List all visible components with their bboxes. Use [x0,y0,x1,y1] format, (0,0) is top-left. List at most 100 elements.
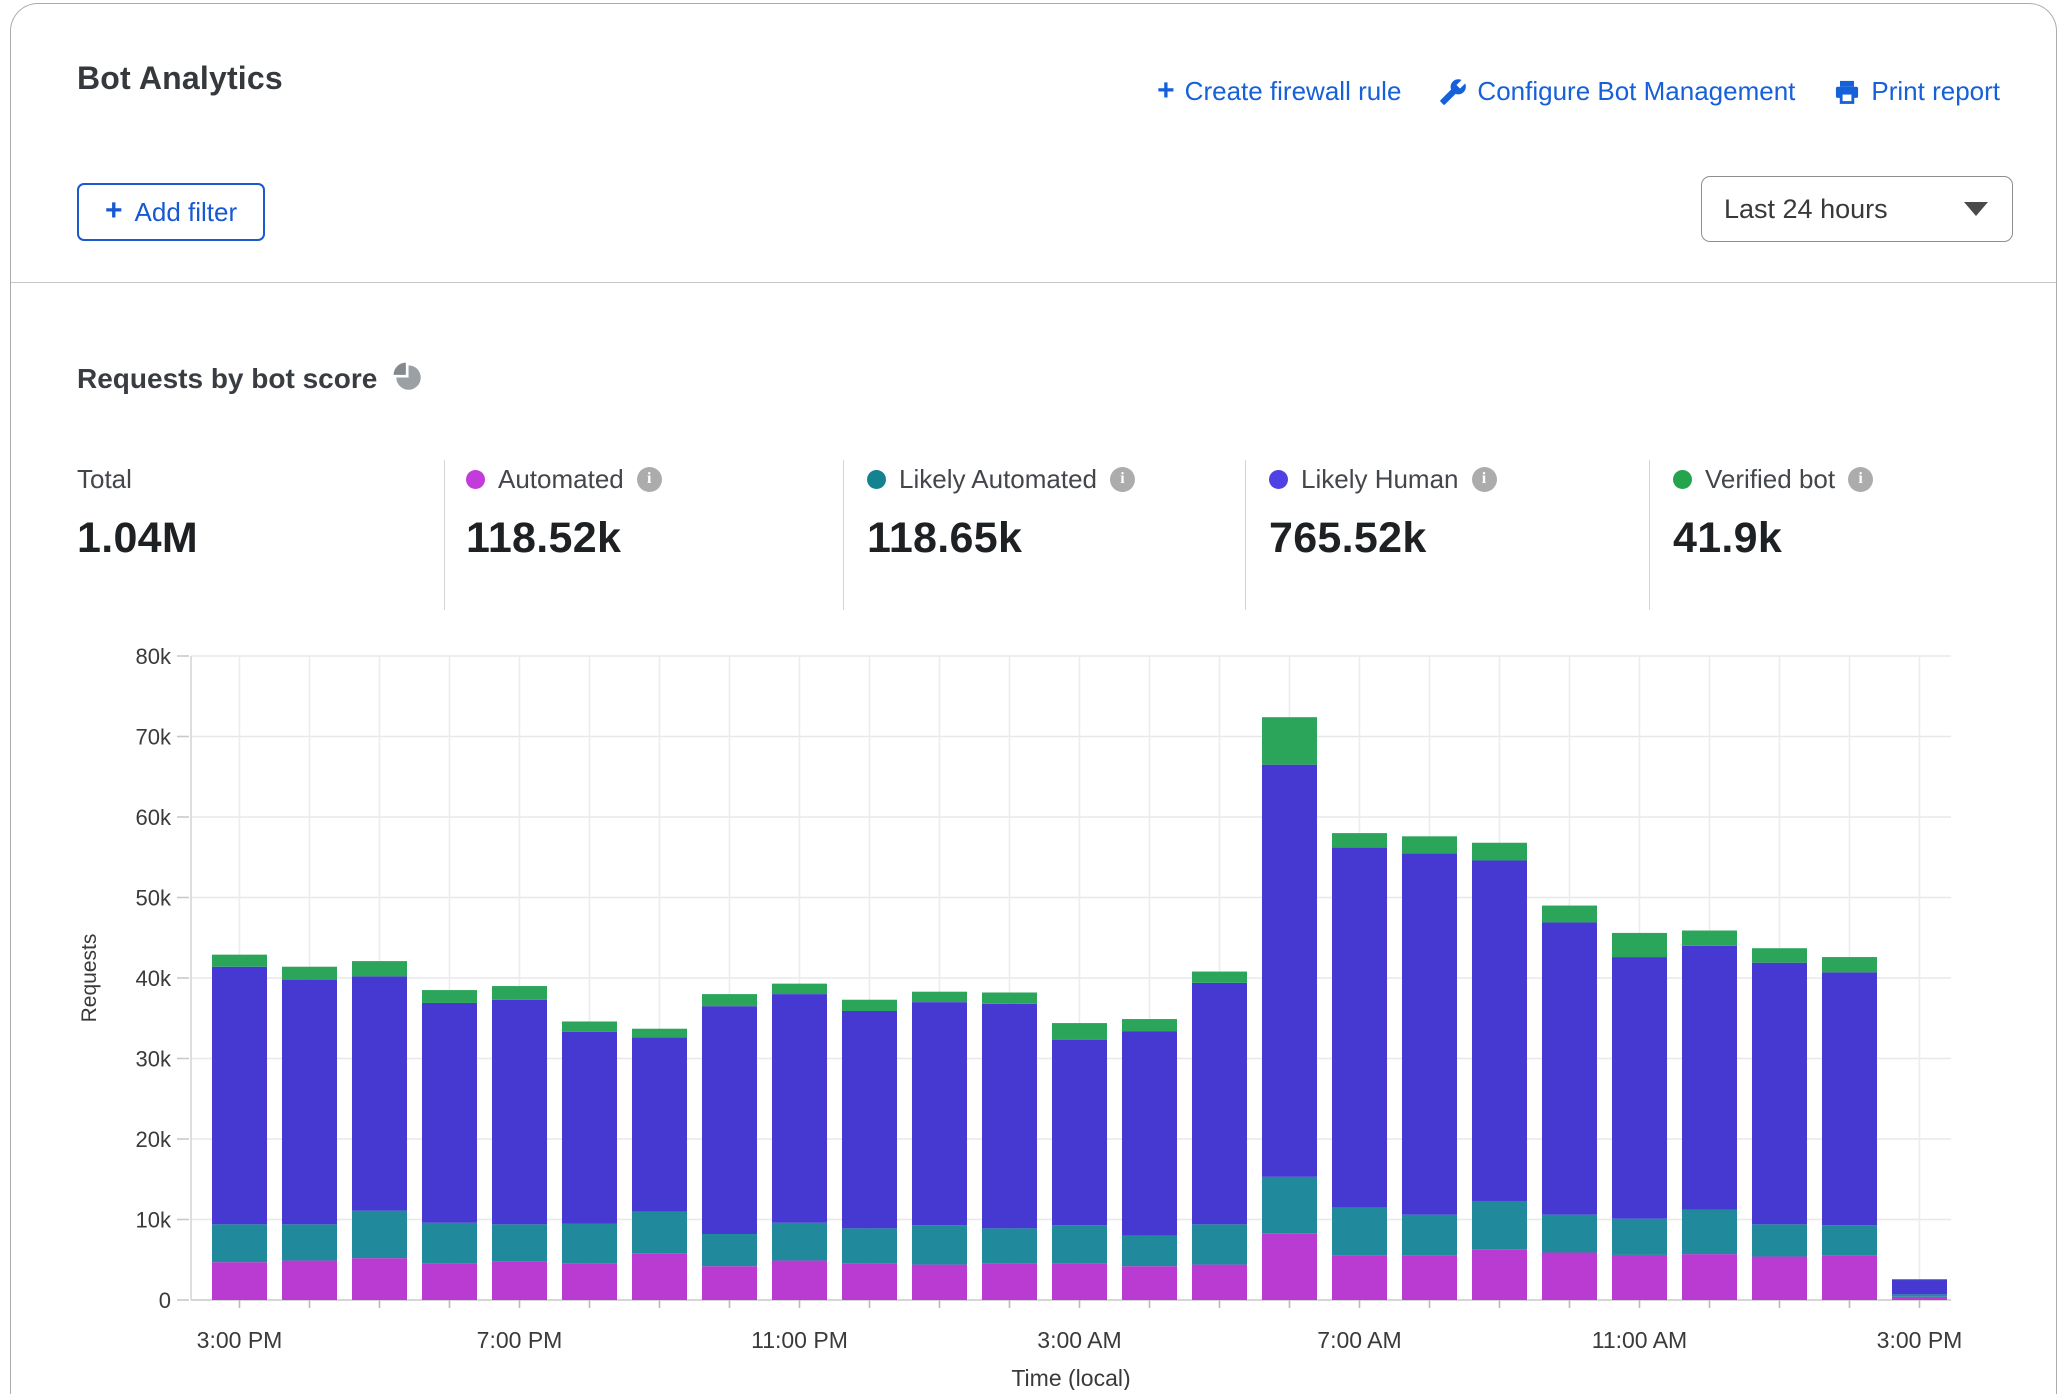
bar-segment[interactable] [982,1228,1037,1263]
bar-segment[interactable] [1122,1019,1177,1031]
bar-segment[interactable] [1332,1256,1387,1300]
bar-segment[interactable] [1052,1225,1107,1264]
bar-segment[interactable] [1682,931,1737,946]
bar-segment[interactable] [562,1032,617,1224]
bar-segment[interactable] [212,967,267,1225]
configure-bot-management-link[interactable]: Configure Bot Management [1439,76,1795,107]
bar-segment[interactable] [1122,1236,1177,1267]
bar-segment[interactable] [1752,1257,1807,1300]
bar-segment[interactable] [1472,860,1527,1201]
bar-segment[interactable] [1752,1224,1807,1256]
bar-segment[interactable] [282,1261,337,1300]
bar-segment[interactable] [212,955,267,967]
bar-segment[interactable] [982,1264,1037,1300]
bar-segment[interactable] [772,994,827,1223]
bar-segment[interactable] [1262,1233,1317,1300]
bar-segment[interactable] [282,980,337,1225]
bar-segment[interactable] [1332,848,1387,1208]
bar-segment[interactable] [982,1004,1037,1229]
info-icon[interactable]: i [637,467,662,492]
bar-segment[interactable] [562,1224,617,1264]
bar-segment[interactable] [562,1021,617,1031]
bar-segment[interactable] [1612,1219,1667,1255]
bar-segment[interactable] [632,1038,687,1212]
bar-segment[interactable] [1822,1225,1877,1256]
bar-segment[interactable] [1682,1254,1737,1300]
bar-segment[interactable] [492,986,547,1000]
bar-segment[interactable] [1402,1215,1457,1256]
print-report-link[interactable]: Print report [1833,76,2000,107]
bar-segment[interactable] [772,984,827,994]
bar-segment[interactable] [842,1264,897,1300]
bar-segment[interactable] [632,1029,687,1038]
bar-segment[interactable] [912,1265,967,1300]
bar-segment[interactable] [1892,1297,1947,1300]
bar-segment[interactable] [1192,983,1247,1225]
bar-segment[interactable] [772,1223,827,1261]
bar-segment[interactable] [352,1258,407,1300]
bar-segment[interactable] [912,1002,967,1225]
bar-segment[interactable] [1262,765,1317,1177]
info-icon[interactable]: i [1472,467,1497,492]
bar-segment[interactable] [842,1011,897,1228]
bar-segment[interactable] [1892,1294,1947,1296]
bar-segment[interactable] [1262,1177,1317,1233]
bar-segment[interactable] [702,1006,757,1234]
bar-segment[interactable] [1332,1207,1387,1255]
bar-segment[interactable] [1192,1224,1247,1264]
bar-segment[interactable] [492,1261,547,1300]
bar-segment[interactable] [1122,1266,1177,1300]
bar-segment[interactable] [702,994,757,1006]
bar-segment[interactable] [1052,1040,1107,1225]
bar-segment[interactable] [1542,1215,1597,1253]
bar-segment[interactable] [1402,836,1457,853]
bar-segment[interactable] [1822,957,1877,972]
bar-segment[interactable] [1542,922,1597,1214]
bar-segment[interactable] [632,1211,687,1253]
add-filter-button[interactable]: + Add filter [77,183,265,241]
bar-segment[interactable] [1752,963,1807,1225]
bar-segment[interactable] [1542,1253,1597,1300]
bar-segment[interactable] [1822,1256,1877,1300]
bar-segment[interactable] [702,1266,757,1300]
bar-segment[interactable] [492,1000,547,1225]
bar-segment[interactable] [1892,1280,1947,1294]
bar-segment[interactable] [1612,957,1667,1219]
bar-segment[interactable] [1262,717,1317,764]
bar-segment[interactable] [422,990,477,1003]
bar-segment[interactable] [1472,843,1527,861]
bar-segment[interactable] [842,1228,897,1263]
bar-segment[interactable] [212,1224,267,1262]
bar-segment[interactable] [1682,946,1737,1210]
bar-segment[interactable] [1332,833,1387,847]
bar-segment[interactable] [1682,1210,1737,1254]
bar-segment[interactable] [1752,948,1807,962]
bar-segment[interactable] [422,1003,477,1223]
info-icon[interactable]: i [1110,467,1135,492]
bar-segment[interactable] [212,1262,267,1300]
info-icon[interactable]: i [1848,467,1873,492]
time-range-select[interactable]: Last 24 hours [1701,176,2013,242]
bar-segment[interactable] [1822,972,1877,1225]
bar-segment[interactable] [1122,1031,1177,1235]
bar-segment[interactable] [1612,933,1667,957]
bar-segment[interactable] [1612,1255,1667,1300]
bar-segment[interactable] [352,976,407,1210]
bar-segment[interactable] [1192,972,1247,983]
bar-segment[interactable] [842,1000,897,1011]
bar-segment[interactable] [422,1223,477,1264]
bar-segment[interactable] [1052,1264,1107,1300]
bar-segment[interactable] [772,1261,827,1300]
bar-segment[interactable] [562,1264,617,1300]
bar-segment[interactable] [1892,1279,1947,1280]
bar-segment[interactable] [1402,1256,1457,1300]
bar-segment[interactable] [1472,1201,1527,1249]
bar-segment[interactable] [352,1211,407,1258]
bar-segment[interactable] [422,1264,477,1300]
bar-segment[interactable] [1402,853,1457,1214]
create-firewall-rule-link[interactable]: + Create firewall rule [1157,76,1401,107]
bar-segment[interactable] [1192,1265,1247,1300]
bar-segment[interactable] [492,1224,547,1261]
bar-segment[interactable] [912,992,967,1002]
bar-segment[interactable] [1472,1249,1527,1300]
